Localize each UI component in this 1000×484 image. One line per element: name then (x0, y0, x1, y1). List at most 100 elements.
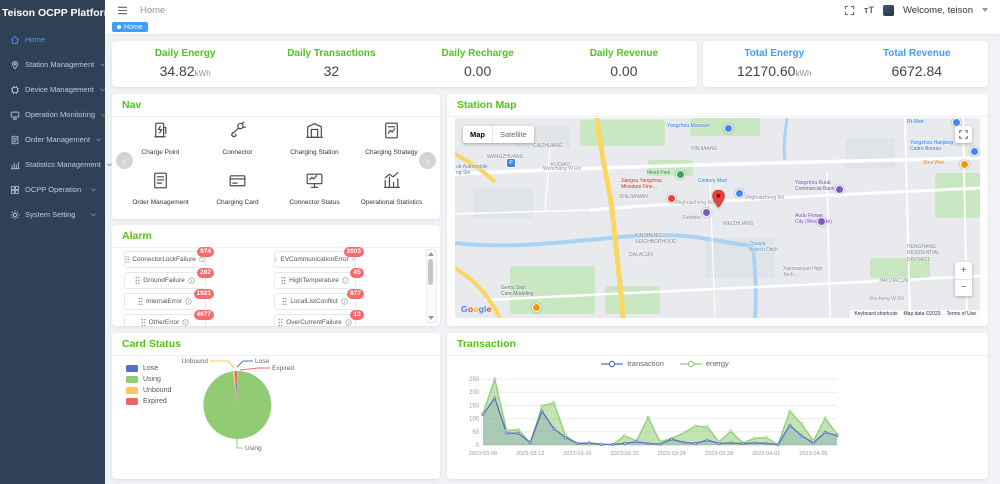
map-poi-pin[interactable] (676, 170, 685, 179)
fullscreen-icon[interactable] (844, 5, 855, 16)
tag-home[interactable]: Home (112, 22, 148, 32)
sidebar-collapse-icon[interactable] (117, 5, 128, 16)
card-status-card: Card Status LoseUsingUnboundExpired Unbo… (112, 333, 440, 479)
stat-daily-energy: Daily Energy 34.82kWh (112, 41, 258, 87)
map-label: Jiangsu Yangzhou Miniature Fine... (621, 178, 662, 191)
map-poi-pin[interactable] (970, 147, 979, 156)
legend-transaction[interactable]: transaction (601, 359, 664, 368)
stat-unit: kWh (795, 69, 811, 78)
nav-item-label: Charging Strategy (353, 149, 430, 156)
alarm-item-locallistconflict[interactable]: LocalListConflict877 (274, 293, 356, 310)
carousel-next-button[interactable]: › (419, 152, 436, 169)
map-label: Rt-Mart (907, 119, 924, 125)
alarm-item-hightemperature[interactable]: HighTemperature45 (274, 272, 356, 289)
scrollbar-thumb[interactable] (428, 259, 433, 285)
stat-value: 34.82 (160, 63, 195, 79)
map-poi-pin[interactable] (960, 160, 969, 169)
carousel-prev-button[interactable]: ‹ (116, 152, 133, 169)
scroll-down-icon[interactable] (428, 316, 434, 320)
info-icon (182, 319, 189, 326)
monitoring-icon (10, 110, 20, 120)
map-poi-pin[interactable] (667, 194, 676, 203)
legend-marker-icon (601, 360, 623, 368)
sidebar-item-device-management[interactable]: Device Management (0, 77, 105, 102)
nav-item-connector[interactable]: Connector (199, 120, 276, 156)
alarm-count-badge: 4677 (194, 310, 214, 320)
map-poi-pin[interactable] (724, 124, 733, 133)
breadcrumb[interactable]: Home (140, 5, 165, 16)
map-label: Meidi Park (647, 170, 671, 176)
nav-item-label: Charging Station (276, 149, 353, 156)
card-status-pie-chart: UnboundLoseExpiredUsing (112, 355, 440, 477)
map-poi-pin[interactable] (817, 217, 826, 226)
map-label: Xincheng W Rd (869, 296, 904, 302)
map-poi-pin[interactable] (702, 208, 711, 217)
terms-link[interactable]: Terms of Use (947, 311, 976, 317)
map-fullscreen-button[interactable] (955, 126, 972, 143)
alarm-label: InternalError (146, 298, 182, 305)
sidebar-item-system-setting[interactable]: System Setting (0, 202, 105, 227)
map-button[interactable]: Map (463, 126, 492, 143)
avatar[interactable] (883, 5, 894, 16)
alarm-count-badge: 45 (350, 268, 364, 278)
user-menu-label[interactable]: Welcome, teison (903, 5, 973, 16)
nav-item-charging-station[interactable]: Charging Station (276, 120, 353, 156)
svg-text:2023-03-08: 2023-03-08 (469, 451, 497, 457)
google-map[interactable]: Yangzhou MuseumRt-MartYangzhou Hanjiang … (455, 118, 980, 318)
alarm-label: OtherError (149, 319, 180, 326)
stat-value: 0.00 (610, 63, 637, 79)
map-poi-pin[interactable] (532, 303, 541, 312)
sidebar-item-operation-monitoring[interactable]: Operation Monitoring (0, 102, 105, 127)
chevron-down-icon (90, 211, 97, 218)
station-marker-icon[interactable] (712, 190, 725, 208)
nav-item-charging-card[interactable]: Charging Card (199, 170, 276, 206)
map-label: SHEJIAWAN (619, 194, 648, 200)
sidebar-item-station-management[interactable]: Station Management (0, 52, 105, 77)
map-label: ub Automobile ng Stn (456, 164, 488, 177)
alarm-scrollbar[interactable] (426, 249, 437, 323)
nav-item-connector-status[interactable]: Connector Status (276, 170, 353, 206)
alarm-label: GroundFailure (143, 277, 185, 284)
map-type-toggle: Map Satellite (463, 126, 534, 143)
drag-handle-icon (141, 318, 146, 326)
map-label: Jinghuazheng Rd (745, 195, 784, 201)
sidebar-item-statistics-management[interactable]: Statistics Management (0, 152, 105, 177)
parking-pin[interactable]: P (506, 158, 516, 168)
sidebar-item-home[interactable]: Home (0, 27, 105, 52)
sidebar-item-ocpp-operation[interactable]: OCPP Operation (0, 177, 105, 202)
alarm-item-internalerror[interactable]: InternalError1921 (124, 293, 206, 310)
nav-item-order-management[interactable]: Order Management (122, 170, 199, 206)
chevron-down-icon (100, 111, 107, 118)
svg-text:0: 0 (476, 443, 480, 449)
zoom-out-button[interactable]: − (955, 280, 972, 297)
map-poi-pin[interactable] (835, 185, 844, 194)
stat-value: 12170.60 (737, 63, 795, 79)
nav-item-charge-point[interactable]: Charge Point (122, 120, 199, 156)
font-size-icon[interactable]: тT (864, 5, 874, 15)
stat-daily-revenue: Daily Revenue 0.00 (551, 41, 697, 87)
alarm-count-badge: 974 (197, 247, 214, 257)
stat-total-revenue: Total Revenue 6672.84 (846, 41, 989, 87)
drag-handle-icon (278, 318, 283, 326)
stat-unit: kWh (195, 69, 211, 78)
keyboard-shortcuts-link[interactable]: Keyboard shortcuts (854, 311, 897, 317)
map-poi-pin[interactable] (735, 189, 744, 198)
alarm-item-groundfailure[interactable]: GroundFailure282 (124, 272, 206, 289)
charging-strategy-icon (381, 120, 402, 141)
satellite-button[interactable]: Satellite (492, 126, 534, 143)
zoom-in-button[interactable]: + (955, 262, 972, 280)
transaction-title: Transaction (447, 333, 988, 356)
alarm-label: ConnectorLockFailure (132, 256, 196, 263)
alarm-item-overcurrentfailure[interactable]: OverCurrentFailure13 (274, 314, 356, 326)
alarm-item-othererror[interactable]: OtherError4677 (124, 314, 206, 326)
alarm-count-badge: 282 (197, 268, 214, 278)
alarm-item-evcommunicationerror[interactable]: EVCommunicationError2003 (274, 251, 356, 268)
alarm-item-connectorlockfailure[interactable]: ConnectorLockFailure974 (124, 251, 206, 268)
nav-item-charging-strategy[interactable]: Charging Strategy (353, 120, 430, 156)
sidebar-item-order-management[interactable]: Order Management (0, 127, 105, 152)
caret-down-icon[interactable] (982, 8, 988, 12)
nav-item-operational-statistics[interactable]: Operational Statistics (353, 170, 430, 206)
map-label: Jinghuazheng Rd (675, 200, 714, 206)
legend-energy[interactable]: energy (680, 359, 729, 368)
scroll-up-icon[interactable] (428, 252, 434, 256)
